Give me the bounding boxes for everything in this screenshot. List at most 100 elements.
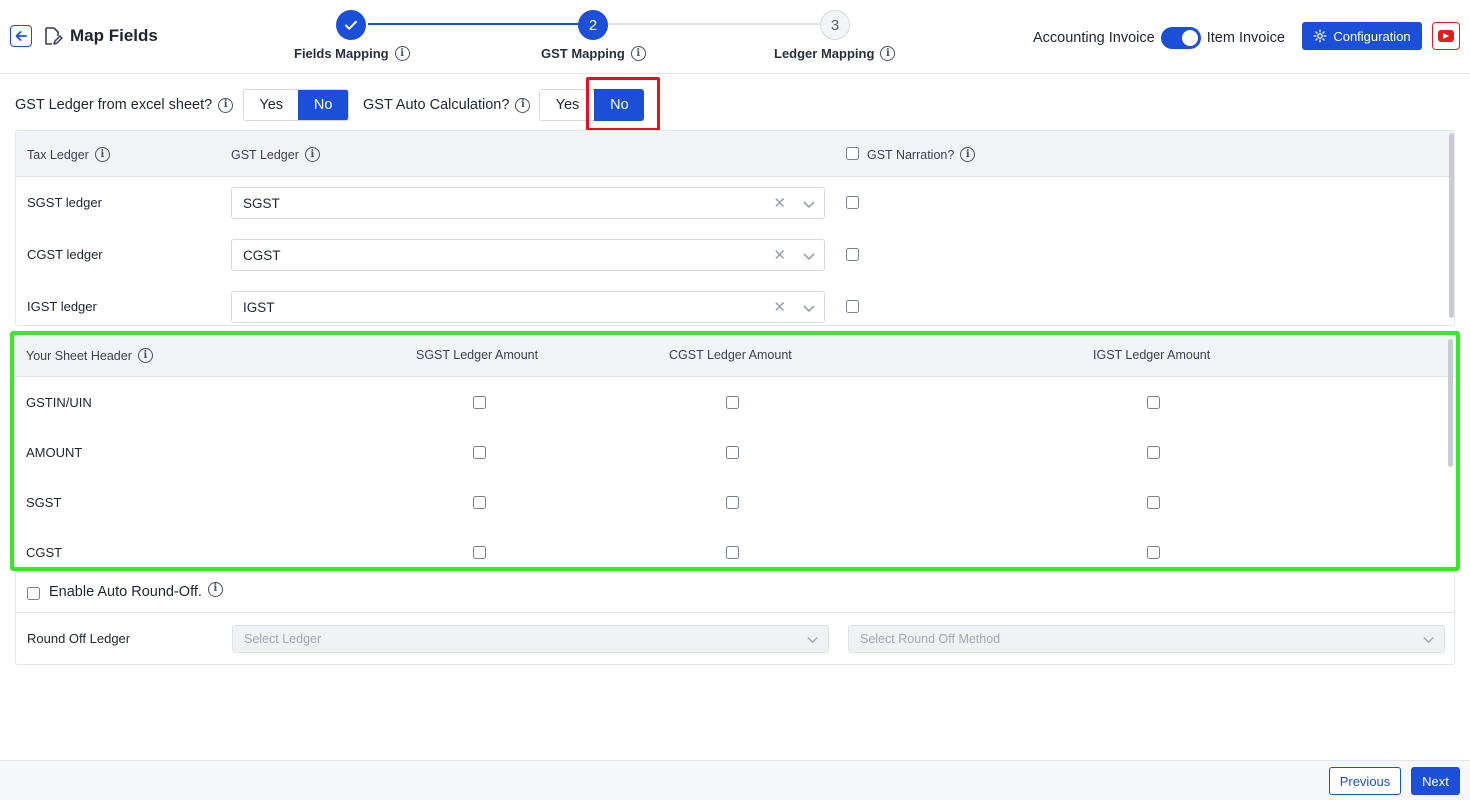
header-cgst-ledger-amount: CGST Ledger Amount — [669, 348, 792, 362]
step-3-label[interactable]: Ledger Mapping i — [774, 46, 896, 61]
gst-narration-all-checkbox[interactable] — [846, 147, 859, 160]
round-off-ledger-placeholder: Select Ledger — [244, 632, 322, 646]
sgst-cgst-checkbox[interactable] — [726, 496, 739, 509]
row-label-cgst: CGST ledger — [27, 247, 103, 262]
info-icon: i — [630, 46, 646, 61]
gstin-igst-checkbox[interactable] — [1147, 396, 1160, 409]
gear-icon — [1313, 29, 1327, 43]
sheet-row-label: CGST — [26, 545, 63, 560]
gst-ledger-from-excel-option: GST Ledger from excel sheet? i Yes No — [15, 89, 350, 121]
step-2-label[interactable]: GST Mapping i — [541, 46, 646, 61]
sheet-table-header: Your Sheet Header i SGST Ledger Amount CG… — [14, 335, 1456, 377]
toggle-left-label: Accounting Invoice — [1033, 30, 1155, 46]
header-your-sheet-header: Your Sheet Header i — [26, 348, 153, 363]
round-off-ledger-select[interactable]: Select Ledger — [232, 625, 829, 653]
highlight-red-box — [586, 77, 660, 131]
tax-ledger-table-header: Tax Ledger i GST Ledger i GST Narration? i — [16, 131, 1454, 177]
cgst-ledger-select[interactable]: CGST ✕ — [231, 239, 825, 271]
row-label-igst: IGST ledger — [27, 299, 97, 314]
clear-icon[interactable]: ✕ — [773, 194, 786, 212]
gstin-cgst-checkbox[interactable] — [726, 396, 739, 409]
info-icon: i — [207, 581, 223, 597]
round-off-section: Enable Auto Round-Off. i Round Off Ledge… — [15, 572, 1455, 665]
gst-ledger-excel-no-button[interactable]: No — [298, 90, 349, 120]
sgst-sgst-checkbox[interactable] — [473, 496, 486, 509]
sheet-table-scrollbar[interactable] — [1448, 339, 1453, 467]
gst-auto-calculation-label: GST Auto Calculation? — [363, 97, 510, 113]
step-1-check-icon[interactable] — [336, 10, 366, 40]
header-gst-narration: GST Narration? i — [867, 147, 976, 162]
footer-bar: Previous Next — [0, 760, 1470, 800]
info-icon: i — [304, 147, 320, 162]
step-3-circle[interactable]: 3 — [820, 10, 850, 40]
igst-ledger-value: IGST — [243, 300, 275, 315]
sheet-row-label: GSTIN/UIN — [26, 395, 92, 410]
step-2-number: 2 — [588, 16, 598, 34]
header-igst-ledger-amount: IGST Ledger Amount — [1093, 348, 1211, 362]
step-connector-pending — [608, 23, 820, 25]
cgst-ledger-value: CGST — [243, 248, 281, 263]
cgst-sgst-checkbox[interactable] — [473, 546, 486, 559]
step-1-label[interactable]: Fields Mapping i — [294, 46, 410, 61]
document-edit-icon — [41, 25, 63, 47]
igst-narration-checkbox[interactable] — [846, 300, 859, 313]
info-icon: i — [880, 46, 896, 61]
chevron-down-icon — [803, 201, 815, 209]
info-icon: i — [394, 46, 410, 61]
row-label-sgst: SGST ledger — [27, 195, 102, 210]
cgst-cgst-checkbox[interactable] — [726, 546, 739, 559]
toggle-right-label: Item Invoice — [1206, 30, 1285, 46]
gst-ledger-from-excel-label: GST Ledger from excel sheet? — [15, 97, 213, 113]
step-connector-done — [368, 23, 586, 25]
back-arrow-icon[interactable] — [10, 25, 32, 47]
header-sgst-ledger-amount: SGST Ledger Amount — [416, 348, 539, 362]
sheet-row-label: SGST — [26, 495, 62, 510]
info-icon: i — [94, 147, 110, 162]
tax-table-scrollbar[interactable] — [1449, 133, 1454, 318]
gstin-sgst-checkbox[interactable] — [473, 396, 486, 409]
amount-cgst-checkbox[interactable] — [726, 446, 739, 459]
igst-ledger-select[interactable]: IGST ✕ — [231, 291, 825, 323]
configuration-button[interactable]: Configuration — [1302, 22, 1422, 50]
gst-ledger-from-excel-segment: Yes No — [243, 89, 350, 121]
sheet-row-label: AMOUNT — [26, 445, 83, 460]
clear-icon[interactable]: ✕ — [773, 246, 786, 264]
chevron-down-icon — [807, 637, 818, 644]
gst-ledger-excel-yes-button[interactable]: Yes — [244, 90, 299, 120]
previous-button[interactable]: Previous — [1329, 767, 1401, 795]
cgst-narration-checkbox[interactable] — [846, 248, 859, 261]
amount-igst-checkbox[interactable] — [1147, 446, 1160, 459]
amount-sgst-checkbox[interactable] — [473, 446, 486, 459]
step-2-circle[interactable]: 2 — [578, 10, 608, 40]
next-button[interactable]: Next — [1411, 767, 1460, 795]
sgst-narration-checkbox[interactable] — [846, 196, 859, 209]
clear-icon[interactable]: ✕ — [773, 298, 786, 316]
header-gst-ledger: GST Ledger i — [231, 147, 320, 162]
info-icon: i — [960, 147, 976, 162]
divider — [16, 612, 1454, 613]
cgst-igst-checkbox[interactable] — [1147, 546, 1160, 559]
step-3-text: Ledger Mapping — [774, 46, 875, 61]
info-icon: i — [515, 97, 531, 113]
invoice-type-toggle: Accounting Invoice Item Invoice — [1033, 27, 1285, 49]
sgst-ledger-value: SGST — [243, 196, 280, 211]
enable-auto-round-off-checkbox[interactable] — [27, 587, 40, 600]
sgst-ledger-select[interactable]: SGST ✕ — [231, 187, 825, 219]
stepper: Fields Mapping i 2 GST Mapping i 3 Ledge… — [280, 8, 920, 68]
info-icon: i — [137, 348, 153, 363]
chevron-down-icon — [803, 253, 815, 261]
info-icon: i — [218, 97, 234, 113]
round-off-method-placeholder: Select Round Off Method — [860, 632, 1001, 646]
chevron-down-icon — [1423, 637, 1434, 644]
chevron-down-icon — [803, 305, 815, 313]
step-3-number: 3 — [830, 16, 840, 34]
youtube-icon[interactable] — [1432, 22, 1460, 50]
round-off-ledger-label: Round Off Ledger — [27, 631, 131, 646]
round-off-method-select[interactable]: Select Round Off Method — [848, 625, 1445, 653]
step-1-text: Fields Mapping — [294, 46, 389, 61]
step-2-text: GST Mapping — [541, 46, 625, 61]
configuration-label: Configuration — [1333, 28, 1411, 44]
page-title: Map Fields — [70, 26, 158, 45]
sgst-igst-checkbox[interactable] — [1147, 496, 1160, 509]
invoice-type-switch[interactable] — [1160, 27, 1201, 49]
